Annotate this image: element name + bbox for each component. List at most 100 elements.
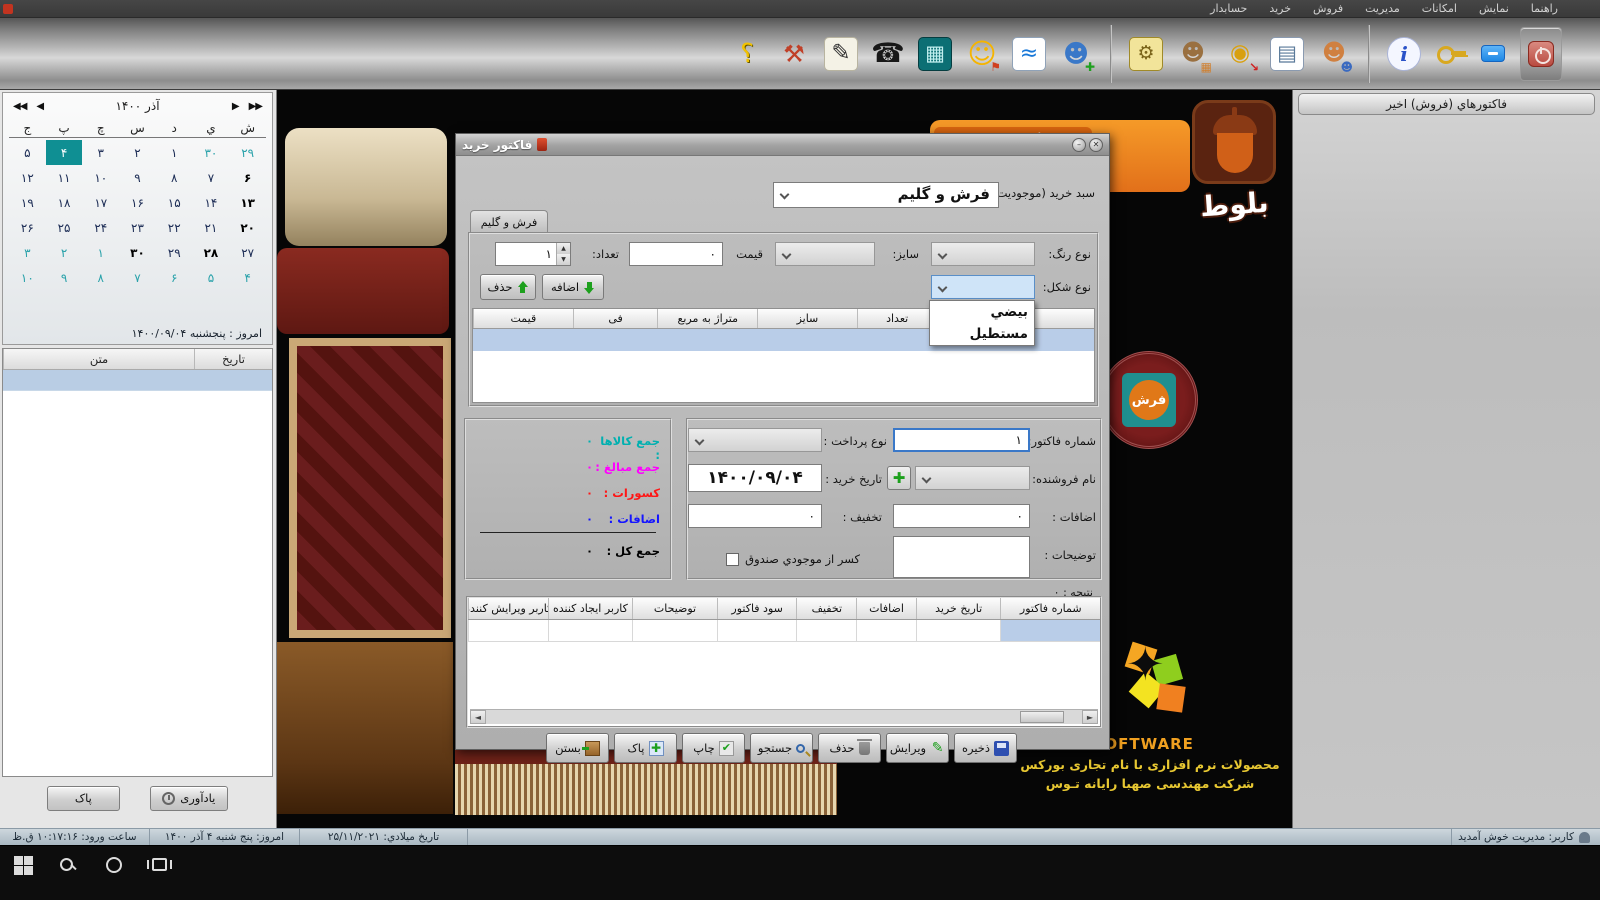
calendar-day[interactable]: ۲۹ [229, 140, 266, 165]
calendar-day[interactable]: ۱ [156, 140, 193, 165]
shape-option[interactable]: بیضي [930, 301, 1034, 323]
reminders-column-header[interactable]: متن [3, 349, 194, 369]
calendar-day[interactable]: ۲۴ [82, 215, 119, 240]
tab-carpet-kilim[interactable]: فرش و گلیم [470, 210, 548, 233]
info-icon[interactable]: i [1387, 36, 1421, 71]
calendar-day[interactable]: ۱۷ [82, 190, 119, 215]
smiley-icon[interactable]: ☺ ⚑ [965, 37, 1001, 73]
menu-item[interactable]: مدیریت [1365, 2, 1400, 15]
calendar-day[interactable]: ۳۰ [119, 240, 156, 265]
seller-combo[interactable] [915, 466, 1030, 490]
calendar-day[interactable]: ۱۰ [82, 165, 119, 190]
history-column-header[interactable]: تخفیف [796, 598, 856, 619]
help-icon[interactable]: ؟ [730, 37, 764, 71]
color-type-combo[interactable] [931, 242, 1035, 266]
purchase-date-input[interactable]: ۱۴۰۰/۰۹/۰۴ [688, 464, 822, 492]
windows-start-button[interactable] [14, 856, 34, 876]
taskbar-search-button[interactable] [60, 856, 80, 876]
items-column-header[interactable]: فی [572, 309, 658, 328]
history-cell[interactable] [468, 620, 548, 642]
calendar-day[interactable]: ۱۱ [46, 165, 83, 190]
finance-chart-icon[interactable]: ◉ ↘ [1223, 37, 1259, 73]
stepper-down-button[interactable]: ▼ [557, 254, 570, 265]
calendar-day[interactable]: ۲۱ [193, 215, 230, 240]
task-view-button[interactable] [152, 856, 172, 876]
history-column-header[interactable]: توضیحات [632, 598, 717, 619]
calendar-day[interactable]: ۲۵ [46, 215, 83, 240]
payment-type-combo[interactable] [688, 428, 822, 452]
add-user-icon[interactable]: ☻ ✚ [1059, 37, 1095, 73]
calendar-day[interactable]: ۱۵ [156, 190, 193, 215]
calendar-day[interactable]: ۲۰ [229, 215, 266, 240]
dialog-minimize-button[interactable]: – [1072, 137, 1086, 152]
history-column-header[interactable]: تاریخ خرید [915, 598, 1001, 619]
history-cell[interactable] [915, 620, 1001, 642]
calendar-day[interactable]: ۲۸ [193, 240, 230, 265]
history-cell[interactable] [716, 620, 797, 642]
reminders-column-header[interactable]: تاریخ [194, 349, 272, 369]
calendar-day[interactable]: ۲ [46, 240, 83, 265]
menu-item[interactable]: حسابدار [1210, 2, 1247, 15]
print-button[interactable]: چاپ [682, 733, 745, 763]
toolbox-folder-icon[interactable]: ⚙ [1129, 36, 1163, 71]
remove-item-button[interactable]: حذف [480, 274, 536, 300]
items-column-header[interactable]: تعداد [856, 309, 937, 328]
shape-option[interactable]: مستطیل [930, 323, 1034, 345]
clear-button[interactable]: ✚ پاک [614, 733, 677, 763]
calendar-day[interactable]: ۲۷ [229, 240, 266, 265]
history-column-header[interactable]: کاربر ویرایش کننده [468, 598, 548, 619]
cortana-button[interactable] [106, 856, 126, 876]
calendar-day[interactable]: ۷ [193, 165, 230, 190]
history-cell[interactable] [856, 620, 916, 642]
fax-icon[interactable]: ☎ [871, 37, 905, 71]
reminders-selected-row[interactable] [3, 370, 272, 391]
calendar-day[interactable]: ۸ [156, 165, 193, 190]
horizontal-scrollbar[interactable]: ◄ ► [470, 709, 1098, 724]
price-input[interactable]: ۰ [629, 242, 723, 266]
stepper-up-button[interactable]: ▲ [557, 243, 570, 254]
calendar-day[interactable]: ۱۶ [119, 190, 156, 215]
inventory-icon[interactable]: ☻ ▦ [1176, 37, 1212, 73]
calendar-day[interactable]: ۴ [229, 265, 266, 290]
history-column-header[interactable]: شماره فاکتور [1000, 598, 1100, 619]
calendar-day[interactable]: ۹ [46, 265, 83, 290]
calendar-day[interactable]: ۲۹ [156, 240, 193, 265]
history-column-header[interactable]: کاربر ایجاد کننده [547, 598, 633, 619]
shape-type-combo[interactable] [931, 275, 1035, 299]
calendar-day[interactable]: ۱۰ [9, 265, 46, 290]
history-table-row[interactable] [468, 620, 1100, 642]
next-year-button[interactable]: ▶▶ [249, 101, 263, 112]
calendar-day[interactable]: ۲۳ [119, 215, 156, 240]
key-icon[interactable] [1434, 37, 1468, 71]
clear-notes-button[interactable]: پاک [47, 785, 120, 811]
calculator-icon[interactable]: ▦ [918, 36, 952, 71]
calendar-day[interactable]: ۳ [82, 140, 119, 165]
calendar-day[interactable]: ۲۲ [156, 215, 193, 240]
calendar-day[interactable]: ۵ [193, 265, 230, 290]
description-textarea[interactable] [893, 536, 1030, 578]
minimize-icon[interactable] [1481, 45, 1505, 62]
invoice-number-input[interactable]: ۱ [893, 428, 1030, 452]
report-icon[interactable]: ▤ [1270, 36, 1304, 71]
history-column-header[interactable]: سود فاکتور [716, 598, 797, 619]
calendar-day[interactable]: ۳ [9, 240, 46, 265]
chart-icon[interactable]: ≈ [1012, 36, 1046, 71]
signature-icon[interactable]: ✎ [824, 36, 858, 71]
items-column-header[interactable]: سایز [757, 309, 857, 328]
cash-deduct-checkbox[interactable] [726, 552, 740, 566]
save-button[interactable]: ذخیره [954, 733, 1017, 763]
calendar-day[interactable]: ۶ [156, 265, 193, 290]
scroll-right-button[interactable]: ► [1082, 710, 1098, 724]
qty-stepper[interactable]: ۱ ▲ ▼ [495, 242, 571, 266]
calendar-day[interactable]: ۳۰ [193, 140, 230, 165]
scroll-thumb[interactable] [1020, 711, 1064, 723]
calendar-day[interactable]: ۱۳ [229, 190, 266, 215]
edit-button[interactable]: ✎ ویرایش [886, 733, 949, 763]
calendar-day[interactable]: ۹ [119, 165, 156, 190]
calendar-day[interactable]: ۱۸ [46, 190, 83, 215]
items-column-header[interactable]: قیمت [473, 309, 573, 328]
additions-input[interactable]: ۰ [893, 504, 1030, 528]
size-combo[interactable] [775, 242, 875, 266]
users-icon[interactable]: ☻ ☻ [1317, 37, 1353, 73]
calendar-day[interactable]: ۲ [119, 140, 156, 165]
